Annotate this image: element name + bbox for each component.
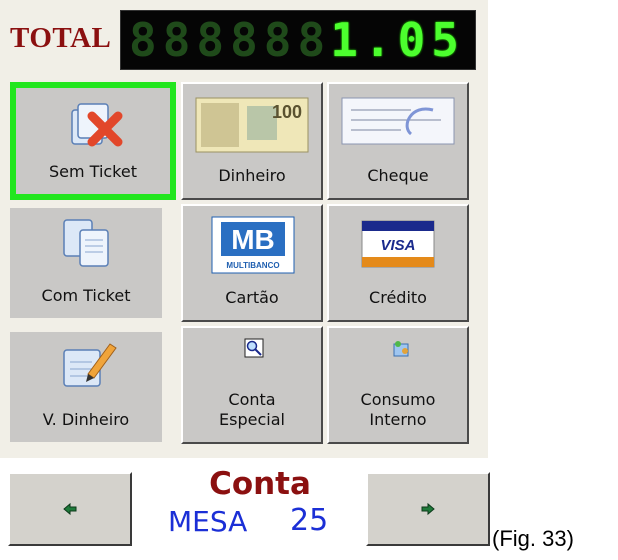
v-dinheiro-label: V. Dinheiro [42, 410, 130, 429]
credito-button[interactable]: VISA Crédito [327, 204, 469, 322]
consumo-interno-label: Consumo Interno [360, 390, 436, 429]
search-document-icon [244, 338, 264, 358]
mesa-label: MESA [168, 505, 248, 538]
arrow-right-icon [421, 502, 435, 516]
dinheiro-label: Dinheiro [218, 166, 286, 185]
dinheiro-button[interactable]: 100 Dinheiro [181, 82, 323, 200]
edit-document-icon [63, 343, 117, 387]
cheque-label: Cheque [367, 166, 429, 185]
internal-consumption-icon [393, 341, 409, 357]
sem-ticket-button[interactable]: Sem Ticket [10, 82, 176, 200]
visa-card-icon: VISA [361, 220, 435, 268]
consumo-interno-button[interactable]: Consumo Interno [327, 326, 469, 444]
mb-logo-text: MB [231, 224, 275, 255]
conta-label: Conta [209, 466, 311, 502]
banknote-value-text: 100 [272, 102, 302, 122]
cancel-ticket-icon [71, 103, 123, 147]
banknote-icon: 100 [195, 97, 309, 153]
prev-button[interactable] [8, 472, 132, 546]
mesa-number: 25 [290, 503, 329, 538]
total-value: 1.05 [326, 13, 465, 67]
cartao-button[interactable]: MB MULTIBANCO Cartão [181, 204, 323, 322]
cartao-label: Cartão [225, 288, 279, 307]
conta-especial-button[interactable]: Conta Especial [181, 326, 323, 444]
figure-caption: (Fig. 33) [492, 526, 574, 551]
multibanco-icon: MB MULTIBANCO [211, 216, 295, 274]
arrow-left-icon [63, 502, 77, 516]
visa-text: VISA [380, 237, 415, 254]
total-label: TOTAL [10, 22, 112, 54]
com-ticket-button[interactable]: Com Ticket [10, 208, 162, 318]
tickets-icon [63, 219, 109, 267]
multibanco-text: MULTIBANCO [226, 261, 279, 270]
sem-ticket-label: Sem Ticket [48, 162, 137, 181]
conta-especial-label: Conta Especial [219, 390, 285, 429]
com-ticket-label: Com Ticket [41, 286, 131, 305]
total-display: 88888888 1.05 [120, 10, 476, 70]
cheque-button[interactable]: Cheque [327, 82, 469, 200]
credito-label: Crédito [369, 288, 427, 307]
v-dinheiro-button[interactable]: V. Dinheiro [10, 332, 162, 442]
next-button[interactable] [366, 472, 490, 546]
cheque-icon [341, 97, 455, 145]
